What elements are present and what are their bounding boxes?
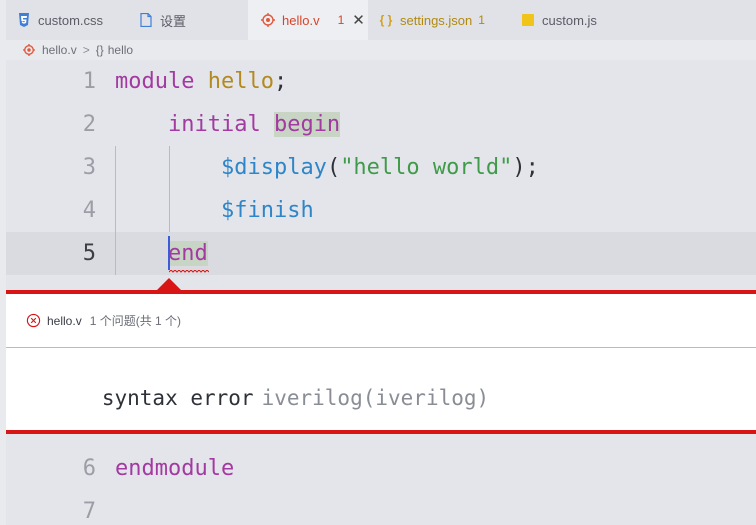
code-token: ; [273,69,288,94]
tab-hello-v[interactable]: hello.v 1 ✕ [248,0,368,40]
breadcrumb-separator: > [82,43,90,57]
code-line[interactable]: 1 module hello; [6,60,756,103]
line-text: $finish [115,189,314,232]
editor-window: custom.css 设置 hello.v 1 ✕ { } settings.j… [0,0,756,525]
code-token: end [167,241,208,266]
line-number: 6 [82,456,96,481]
indent-guide [169,146,170,232]
css-icon [16,12,32,28]
line-text: initial begin [115,103,341,146]
tab-label: hello.v [282,12,320,28]
json-icon: { } [379,13,393,27]
line-text: endmodule [115,447,234,490]
tab-settings-ui[interactable]: 设置 [138,0,186,40]
tab-label: custom.js [542,12,597,28]
verilog-icon [260,12,276,28]
line-text: $display("hello world"); [115,146,539,189]
symbol-icon: {} [95,43,104,57]
verilog-icon [22,43,36,57]
tab-custom-css[interactable]: custom.css [16,0,103,40]
line-number: 1 [82,69,96,94]
peek-header: hello.v 1 个问题(共 1 个) [26,312,181,329]
code-token: $finish [220,198,314,223]
code-token: module [115,69,195,94]
code-token: "hello world" [340,155,513,180]
line-number: 2 [82,112,96,137]
code-token: endmodule [115,456,235,481]
code-token: $display [220,155,327,180]
problem-source: iverilog(iverilog) [261,386,490,410]
peek-bottom-border [6,430,756,434]
line-text: module hello; [115,60,287,103]
code-line[interactable]: 2 initial begin [6,103,756,146]
line-text: end [115,232,208,275]
code-token: hello [207,69,274,94]
line-number: 7 [82,499,96,524]
js-icon [520,12,536,28]
code-line[interactable]: 5 end [6,232,756,275]
code-token: ); [512,155,539,180]
breadcrumb-symbol[interactable]: hello [108,43,133,57]
error-squiggle [169,270,209,273]
problem-message-row[interactable]: syntax error iverilog(iverilog) [26,362,489,434]
tab-custom-js[interactable]: custom.js [520,0,597,40]
peek-pointer [156,278,182,291]
peek-problem-count: 1 个问题(共 1 个) [89,314,182,328]
problem-count-badge: 1 [337,13,345,27]
tab-label: settings.json [400,12,473,28]
indent-guide [115,146,116,275]
code-token: begin [273,112,341,137]
line-number: 5 [82,241,96,266]
problem-message: syntax error [101,386,254,410]
peek-divider [6,347,756,348]
tab-bar: custom.css 设置 hello.v 1 ✕ { } settings.j… [6,0,756,40]
tab-settings-json[interactable]: { } settings.json 1 [378,0,485,40]
code-token: initial [167,112,261,137]
code-line[interactable]: 3 $display("hello world"); [6,146,756,189]
close-icon[interactable]: ✕ [352,13,365,28]
text-cursor [168,236,170,270]
line-number: 3 [82,155,96,180]
code-token: ( [326,155,341,180]
breadcrumb-file[interactable]: hello.v [42,43,77,57]
code-line[interactable]: 7 [6,490,756,525]
line-number: 4 [82,198,96,223]
problem-count-badge: 1 [478,13,485,27]
tab-label: 设置 [160,13,187,29]
problem-peek: hello.v 1 个问题(共 1 个) syntax error iverilo… [6,278,756,434]
tab-label: custom.css [38,12,104,28]
file-icon [138,12,154,28]
code-line[interactable]: 4 $finish [6,189,756,232]
peek-file[interactable]: hello.v [47,314,82,328]
peek-top-border [6,290,756,294]
code-line[interactable]: 6 endmodule [6,447,756,490]
breadcrumb: hello.v > {} hello [6,40,756,60]
error-icon [26,313,41,328]
